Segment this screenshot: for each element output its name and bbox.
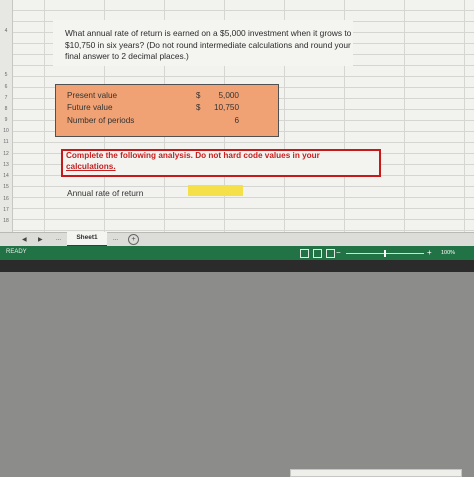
page-break-view-icon[interactable] [326, 249, 335, 258]
row-header-15[interactable]: 15 [0, 184, 12, 190]
row-header-7[interactable]: 7 [0, 95, 12, 101]
annual-rate-answer-cell[interactable] [188, 185, 243, 196]
question-text: What annual rate of return is earned on … [65, 28, 352, 61]
row-header-5[interactable]: 5 [0, 72, 12, 78]
row-header-11[interactable]: 11 [0, 139, 12, 145]
annual-rate-label[interactable]: Annual rate of return [67, 188, 143, 198]
row-header-14[interactable]: 14 [0, 173, 12, 179]
row-header-8[interactable]: 8 [0, 106, 12, 112]
horizontal-scrollbar[interactable] [290, 469, 462, 477]
future-value-cell[interactable]: 10,750 [205, 103, 239, 112]
present-value-currency: $ [196, 91, 201, 100]
status-bar: READY − + 100% [0, 246, 474, 260]
prev-sheet-icon[interactable]: ◀ [22, 236, 27, 243]
row-header-17[interactable]: 17 [0, 207, 12, 213]
row-header-16[interactable]: 16 [0, 196, 12, 202]
worksheet-grid[interactable]: 4 5 6 7 8 9 10 11 12 13 14 15 16 17 18 What annual rat… [0, 0, 474, 240]
zoom-slider-thumb[interactable] [384, 250, 386, 257]
row-header-18[interactable]: 18 [0, 218, 12, 224]
row-header-4[interactable]: 4 [0, 28, 12, 34]
more-sheets-left[interactable]: ... [56, 236, 61, 242]
instruction-underlined: calculations. [66, 161, 116, 171]
row-header-13[interactable]: 13 [0, 162, 12, 168]
present-value-label[interactable]: Present value [67, 91, 117, 100]
zoom-in-button[interactable]: + [427, 248, 432, 257]
status-ready: READY [6, 249, 27, 255]
future-value-currency: $ [196, 103, 201, 112]
add-sheet-button[interactable]: + [128, 234, 139, 245]
present-value-cell[interactable]: 5,000 [205, 91, 240, 100]
row-header-12[interactable]: 12 [0, 151, 12, 157]
number-of-periods-cell[interactable]: 6 [205, 116, 239, 125]
sheet-tab-sheet1[interactable]: Sheet1 [67, 232, 107, 247]
row-header-10[interactable]: 10 [0, 128, 12, 134]
zoom-level[interactable]: 100% [441, 250, 455, 256]
row-header-9[interactable]: 9 [0, 117, 12, 123]
next-sheet-icon[interactable]: ▶ [38, 236, 43, 243]
monitor-bezel [0, 260, 474, 272]
instruction-text[interactable]: Complete the following analysis. Do not … [66, 151, 370, 172]
row-header-6[interactable]: 6 [0, 84, 12, 90]
number-of-periods-label[interactable]: Number of periods [67, 116, 134, 125]
future-value-label[interactable]: Future value [67, 103, 113, 112]
page-layout-view-icon[interactable] [313, 249, 322, 258]
normal-view-icon[interactable] [300, 249, 309, 258]
instruction-main: Complete the following analysis. Do not … [66, 151, 320, 160]
more-sheets-right[interactable]: ... [113, 236, 118, 242]
row-headers: 4 5 6 7 8 9 10 11 12 13 14 15 16 17 18 [0, 0, 13, 240]
zoom-out-button[interactable]: − [336, 248, 341, 257]
